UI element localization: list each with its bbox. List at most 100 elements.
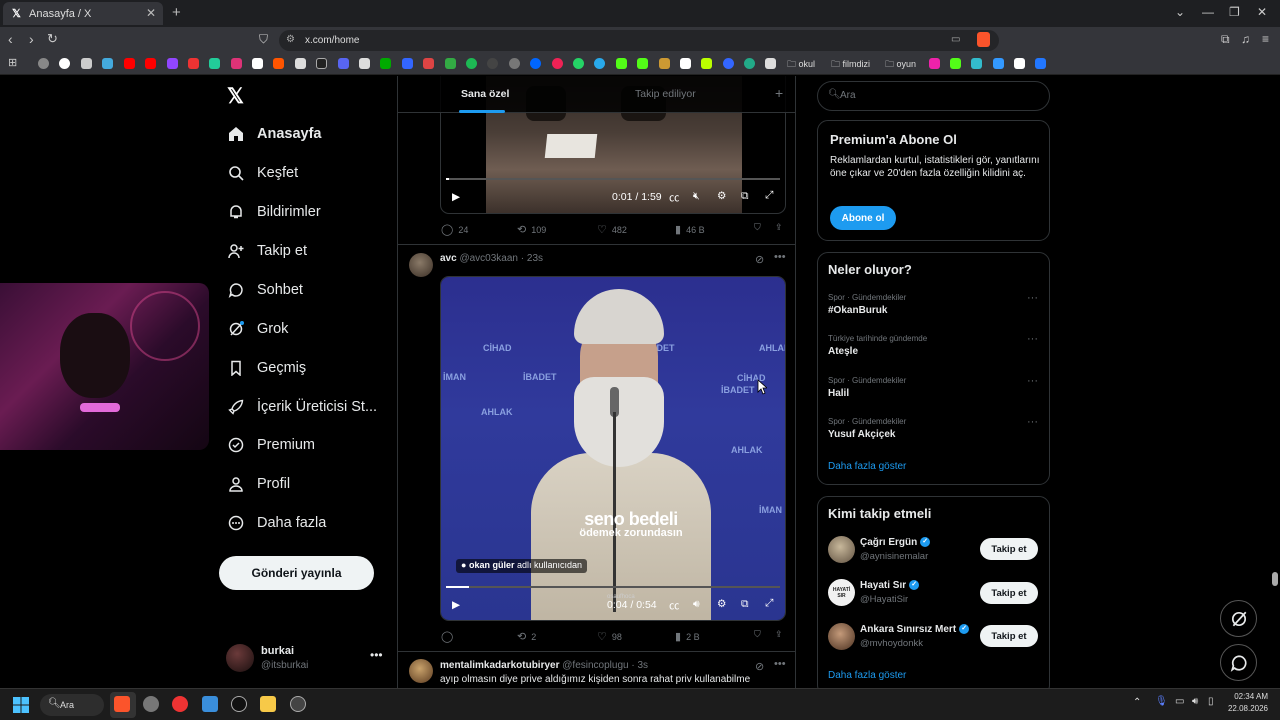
kick-bookmark-icon[interactable] [616, 58, 627, 69]
grok-analyze-icon[interactable]: ⊘ [755, 660, 764, 673]
taskbar-app-icon-5[interactable] [231, 696, 247, 712]
grok-floating-button[interactable] [1220, 600, 1257, 637]
clock-time[interactable]: 02:34 AM [1228, 692, 1268, 701]
volume-icon[interactable]: 🔊︎ [693, 598, 700, 611]
kick2-bookmark-icon[interactable] [637, 58, 648, 69]
whatsapp-bookmark-icon[interactable] [573, 58, 584, 69]
trend-item[interactable]: Halil [828, 388, 849, 399]
clock-date[interactable]: 22.08.2026 [1225, 704, 1268, 713]
pip-icon[interactable]: ⧉ [741, 190, 749, 203]
pip-icon[interactable]: ⧉ [741, 598, 749, 611]
bookmark-icon-31[interactable] [680, 58, 691, 69]
media-player-app-icon[interactable] [172, 696, 188, 712]
bookmark-icon-25[interactable] [552, 58, 563, 69]
nav-explore[interactable]: Keşfet [227, 161, 298, 185]
post3-age[interactable]: 3s [637, 660, 648, 671]
avatar[interactable] [828, 536, 855, 563]
bookmark-icon-22[interactable] [487, 58, 498, 69]
url-field[interactable]: ⚙ x.com/home ▭ [279, 30, 999, 51]
spotify-bookmark-icon[interactable] [466, 58, 477, 69]
fullscreen-icon[interactable]: ⤢ [765, 597, 773, 610]
bookmark-icon-4[interactable] [102, 58, 113, 69]
bookmark-folder-okul[interactable]: 🗀 okul [787, 57, 815, 73]
share-icon[interactable]: ⇪ [775, 629, 783, 640]
bookmark-icon-8[interactable] [188, 58, 199, 69]
post3-author[interactable]: mentalimkadarkotubiryer [440, 660, 560, 671]
close-window-icon[interactable]: ✕ [1257, 5, 1267, 19]
post-button[interactable]: Gönderi yayınla [219, 556, 374, 590]
nav-notifications[interactable]: Bildirimler [227, 200, 321, 224]
trends-show-more-link[interactable]: Daha fazla göster [828, 461, 906, 472]
bookmark-icon-32[interactable] [701, 58, 712, 69]
bookmark-icon-40[interactable] [950, 58, 961, 69]
bookmark-icon-17[interactable] [380, 58, 391, 69]
reply-button[interactable]: ◯ [441, 630, 458, 643]
telegram-bookmark-icon[interactable] [594, 58, 605, 69]
x-logo-icon[interactable]: 𝕏 [227, 84, 244, 109]
add-tab-icon[interactable]: + [775, 85, 783, 101]
bookmark-icon-9[interactable] [209, 58, 220, 69]
youtube-bookmark-icon[interactable] [124, 58, 135, 69]
bookmark-page-icon[interactable]: ⛉ [259, 32, 268, 47]
avatar[interactable] [828, 623, 855, 650]
windows-start-icon[interactable] [13, 697, 29, 713]
nav-premium[interactable]: Premium [227, 433, 315, 457]
extensions-icon[interactable]: ⧉ [1221, 32, 1230, 47]
bookmark-icon-41[interactable] [971, 58, 982, 69]
bookmark-icon-42[interactable] [993, 58, 1004, 69]
photos-app-icon[interactable] [202, 696, 218, 712]
views-button[interactable]: ▮ 46 B [675, 223, 705, 236]
tab-list-icon[interactable]: ⌄ [1175, 5, 1185, 19]
reddit-bookmark-icon[interactable] [273, 58, 284, 69]
translate-bookmark-icon[interactable] [402, 58, 413, 69]
bookmark-icon-16[interactable] [359, 58, 370, 69]
new-tab-icon[interactable]: + [172, 4, 181, 21]
trend-more-icon[interactable]: ··· [1027, 292, 1038, 304]
play-icon[interactable]: ▶ [452, 191, 460, 203]
messages-floating-button[interactable] [1220, 644, 1257, 681]
tray-chevron-icon[interactable]: ⌃ [1133, 697, 1141, 708]
settings-icon[interactable]: ⚙ [717, 190, 726, 202]
tab-following[interactable]: Takip ediliyor [635, 88, 696, 100]
play-icon[interactable]: ▶ [452, 599, 460, 611]
views-button[interactable]: ▮ 2 B [675, 630, 700, 643]
nav-profile[interactable]: Profil [227, 472, 290, 496]
battery-icon[interactable]: ▯ [1208, 696, 1214, 707]
nav-home[interactable]: Anasayfa [227, 122, 321, 146]
minimize-icon[interactable]: — [1202, 5, 1214, 19]
progress-track[interactable] [446, 178, 780, 180]
settings-icon[interactable]: ⚙ [717, 598, 726, 610]
progress-track[interactable] [446, 586, 780, 588]
back-icon[interactable]: ‹ [8, 31, 13, 47]
bookmark-icon-30[interactable] [659, 58, 670, 69]
fullscreen-icon[interactable]: ⤢ [765, 189, 773, 202]
like-button[interactable]: ♡ 482 [597, 223, 627, 236]
network-icon[interactable]: ▭ [1175, 696, 1184, 707]
trend-more-icon[interactable]: ··· [1027, 375, 1038, 387]
forward-icon[interactable]: › [29, 31, 34, 47]
bookmark-icon-35[interactable] [765, 58, 776, 69]
avatar[interactable]: HAYATİ SIR [828, 579, 855, 606]
nav-creator-studio[interactable]: İçerik Üreticisi St... [227, 395, 377, 419]
trend-more-icon[interactable]: ··· [1027, 333, 1038, 345]
history-bookmark-icon[interactable] [38, 58, 49, 69]
instagram-bookmark-icon[interactable] [231, 58, 242, 69]
captions-icon[interactable]: ㏄ [669, 190, 680, 205]
follow-button[interactable]: Takip et [980, 625, 1038, 647]
follow-button[interactable]: Takip et [980, 538, 1038, 560]
bookmark-icon-43[interactable] [1014, 58, 1025, 69]
site-info-icon[interactable]: ⚙ [286, 34, 295, 45]
media-icon[interactable]: ♫ [1241, 32, 1250, 46]
suggested-user-name[interactable]: Çağrı Ergün ✓ [860, 537, 931, 548]
github-bookmark-icon[interactable] [509, 58, 520, 69]
post2-handle[interactable]: @avc03kaan [459, 253, 518, 264]
post-more-icon[interactable]: ••• [774, 251, 786, 263]
tiktok-bookmark-icon[interactable] [316, 58, 327, 69]
browser-tab[interactable]: 𝕏 Anasayfa / X ✕ [3, 2, 163, 25]
bookmark-folder-oyun[interactable]: 🗀 oyun [885, 57, 916, 73]
mic-icon[interactable]: 🎙︎ [1155, 696, 1168, 707]
post2-video[interactable]: CİHAD İBADET AHLAK İMAN İBADET CİHAD AHL… [440, 276, 786, 621]
tab-for-you[interactable]: Sana özel [461, 88, 509, 100]
bookmark-icon-44[interactable] [1035, 58, 1046, 69]
taskbar-app-icon-2[interactable] [143, 696, 159, 712]
